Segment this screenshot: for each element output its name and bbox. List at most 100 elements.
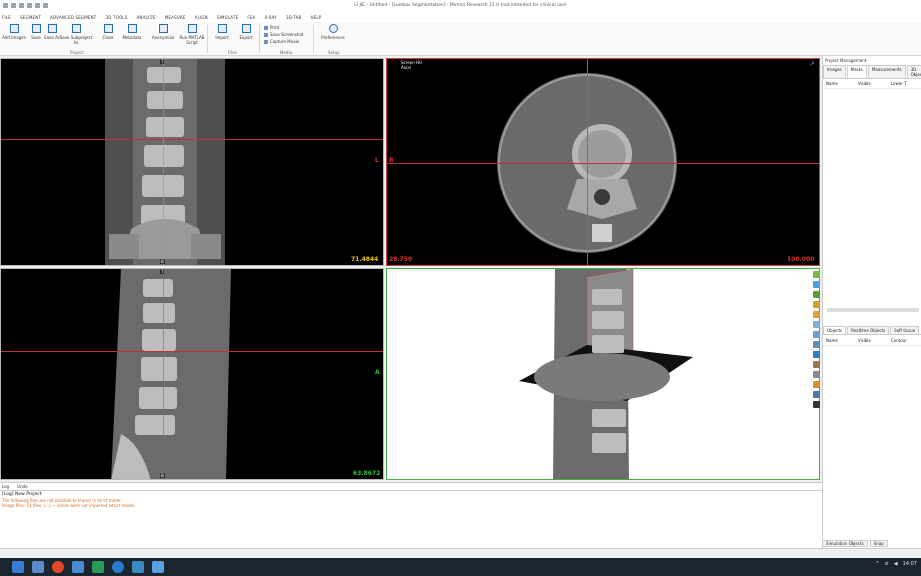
tab-soft-tissue[interactable]: Soft tissue bbox=[890, 326, 920, 334]
menu-simulate[interactable]: SIMULATE bbox=[217, 15, 238, 20]
window-title: LI JIE - Untitled - [Lumbar Segmentation… bbox=[354, 3, 567, 8]
preferences-button[interactable]: Preferences bbox=[318, 24, 348, 48]
menu-file[interactable]: FILE bbox=[2, 15, 11, 20]
orientation-marker-top: T bbox=[160, 59, 165, 64]
project-management-panel: Project Management Images Masks Measurem… bbox=[822, 56, 921, 552]
sagittal-ct-image bbox=[111, 269, 231, 479]
clock[interactable]: 14:07 bbox=[903, 561, 917, 567]
print-action[interactable]: Print bbox=[264, 25, 279, 30]
sagittal-view[interactable]: T B A 63.8672 bbox=[0, 268, 384, 480]
reset-view-icon[interactable] bbox=[812, 301, 820, 308]
horizontal-scrollbar[interactable] bbox=[827, 308, 919, 312]
print-icon bbox=[264, 26, 268, 30]
import-button[interactable]: Import bbox=[210, 24, 234, 48]
status-bar bbox=[0, 548, 921, 558]
column-visible[interactable]: Visible bbox=[858, 338, 871, 343]
tab-images[interactable]: Images bbox=[823, 65, 846, 78]
column-name[interactable]: Name bbox=[826, 81, 838, 86]
taskbar-app-icon[interactable] bbox=[32, 561, 44, 573]
view-top-icon[interactable] bbox=[812, 341, 820, 348]
view-front-icon[interactable] bbox=[812, 321, 820, 328]
save-as-icon bbox=[47, 24, 57, 33]
maximize-icon[interactable]: ↗ bbox=[809, 60, 815, 68]
system-tray: ^ ≡ ◀ 14:07 bbox=[875, 561, 917, 567]
menu-advanced-segment[interactable]: ADVANCED SEGMENT bbox=[50, 15, 96, 20]
menu-3d-tab[interactable]: 3D-TAB bbox=[286, 15, 302, 20]
column-lower-threshold[interactable]: Lower T bbox=[891, 81, 907, 86]
background-icon[interactable] bbox=[812, 401, 820, 408]
tab-objects[interactable]: Objects bbox=[823, 326, 847, 334]
taskbar-app-icon[interactable] bbox=[112, 561, 124, 573]
column-visible[interactable]: Visible bbox=[858, 81, 871, 86]
tab-snap[interactable]: Snap bbox=[869, 539, 888, 547]
group-label-setup: Setup bbox=[328, 50, 340, 55]
capture-movie-action[interactable]: Capture Movie bbox=[264, 39, 299, 44]
save-subproject-button[interactable]: Save Subproject As bbox=[58, 24, 94, 48]
add-images-button[interactable]: Add Images bbox=[2, 24, 26, 48]
menu-fea[interactable]: FEA bbox=[247, 15, 255, 20]
rotate-icon[interactable] bbox=[812, 271, 820, 278]
ribbon-separator bbox=[207, 25, 208, 53]
tab-undo[interactable]: Undo bbox=[17, 483, 27, 490]
log-warning-line: Image files: 11 files, (...) — series we… bbox=[2, 503, 135, 508]
menu-align[interactable]: ALIGN bbox=[195, 15, 208, 20]
taskbar-app-icon[interactable] bbox=[52, 561, 64, 573]
panel-tabs-lower: Objects Realtime Objects Soft tissue bbox=[823, 326, 921, 335]
tab-log[interactable]: Log bbox=[2, 483, 9, 490]
menu-xray[interactable]: X-RAY bbox=[264, 15, 276, 20]
horizontal-crosshair[interactable] bbox=[387, 163, 819, 164]
crosshair-icon[interactable] bbox=[812, 381, 820, 388]
horizontal-crosshair[interactable] bbox=[1, 351, 383, 352]
metadata-icon bbox=[127, 24, 137, 33]
clip-icon[interactable] bbox=[812, 361, 820, 368]
column-name[interactable]: Name bbox=[826, 338, 838, 343]
menu-measure[interactable]: MEASURE bbox=[165, 15, 186, 20]
export-icon bbox=[241, 24, 251, 33]
network-icon[interactable]: ≡ bbox=[885, 561, 889, 567]
vertical-crosshair[interactable] bbox=[163, 59, 164, 265]
run-matlab-script-button[interactable]: Run MATLAB Script bbox=[178, 24, 206, 48]
matlab-icon bbox=[187, 24, 197, 33]
save-screenshot-action[interactable]: Save Screenshot bbox=[264, 32, 303, 37]
menu-analyze[interactable]: ANALYZE bbox=[136, 15, 155, 20]
taskbar-app-icon[interactable] bbox=[92, 561, 104, 573]
column-contour[interactable]: Contour bbox=[891, 338, 907, 343]
taskbar-app-icon[interactable] bbox=[152, 561, 164, 573]
tab-masks[interactable]: Masks bbox=[846, 65, 868, 78]
orientation-marker-side: L bbox=[375, 157, 379, 164]
3d-view[interactable] bbox=[386, 268, 820, 480]
tab-realtime-objects[interactable]: Realtime Objects bbox=[847, 326, 890, 334]
coronal-view[interactable]: T B L 71.4844 bbox=[0, 58, 384, 266]
view-3d-icon[interactable] bbox=[812, 351, 820, 358]
view-info-line-2: Axial bbox=[401, 65, 411, 70]
screenshot-icon[interactable] bbox=[812, 391, 820, 398]
close-button[interactable]: Close bbox=[96, 24, 120, 48]
view-side-icon[interactable] bbox=[812, 331, 820, 338]
add-images-icon bbox=[9, 24, 19, 33]
light-icon[interactable] bbox=[812, 311, 820, 318]
chevron-up-icon[interactable]: ^ bbox=[875, 561, 879, 567]
menu-3d-tools[interactable]: 3D TOOLS bbox=[105, 15, 127, 20]
vertical-crosshair[interactable] bbox=[163, 269, 164, 479]
volume-icon[interactable]: ◀ bbox=[894, 561, 898, 567]
ribbon-separator bbox=[259, 25, 260, 53]
taskbar-app-icon[interactable] bbox=[132, 561, 144, 573]
taskbar-app-icon[interactable] bbox=[12, 561, 24, 573]
pan-icon[interactable] bbox=[812, 281, 820, 288]
objects-table-header: Name Visible Contour bbox=[823, 336, 921, 346]
tab-measurements[interactable]: Measurements bbox=[868, 65, 906, 78]
transparency-icon[interactable] bbox=[812, 371, 820, 378]
orientation-marker-top: T bbox=[160, 269, 165, 274]
taskbar-app-icon[interactable] bbox=[72, 561, 84, 573]
anonymize-button[interactable]: Anonymize bbox=[150, 24, 176, 48]
horizontal-crosshair[interactable] bbox=[1, 139, 383, 140]
vertical-crosshair[interactable] bbox=[587, 59, 588, 265]
menu-segment[interactable]: SEGMENT bbox=[20, 15, 41, 20]
tab-simulation-objects[interactable]: Simulation Objects bbox=[822, 539, 868, 547]
export-button[interactable]: Export bbox=[234, 24, 258, 48]
tab-3d-objects[interactable]: 3D Objects bbox=[906, 65, 921, 78]
menu-help[interactable]: HELP bbox=[310, 15, 321, 20]
metadata-button[interactable]: Metadata bbox=[120, 24, 144, 48]
axial-view[interactable]: Screen HU Axial R 28.750 100.000 ↗ bbox=[386, 58, 820, 266]
zoom-icon[interactable] bbox=[812, 291, 820, 298]
